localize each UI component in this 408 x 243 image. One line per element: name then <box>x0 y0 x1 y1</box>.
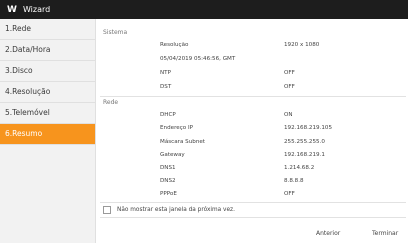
section-divider <box>100 96 406 97</box>
summary-row: Máscara Subnet 255.255.255.0 <box>160 136 400 149</box>
summary-row: DNS1 1.214.68.2 <box>160 162 400 175</box>
summary-panel: Sistema Resolução 1920 x 1080 05/04/2019… <box>96 19 408 243</box>
summary-row: PPPoE OFF <box>160 188 400 201</box>
sidebar-item-data-hora[interactable]: 2.Data/Hora <box>0 40 95 61</box>
dont-show-option[interactable]: Não mostrar esta janela da próxima vez. <box>103 206 235 214</box>
row-value: 192.168.219.1 <box>284 152 325 158</box>
summary-row: 05/04/2019 05:46:56, GMT <box>160 53 400 66</box>
summary-row: DNS2 8.8.8.8 <box>160 175 400 188</box>
previous-button[interactable]: Anterior <box>316 230 340 237</box>
wizard-footer: Anterior Terminar <box>0 230 408 243</box>
row-label: Resolução <box>160 42 189 48</box>
title-bar: W Wizard <box>0 0 408 19</box>
wizard-sidebar: 1.Rede 2.Data/Hora 3.Disco 4.Resolução 5… <box>0 19 96 243</box>
window-title: Wizard <box>22 5 51 14</box>
row-value: ON <box>284 112 293 118</box>
sidebar-item-rede[interactable]: 1.Rede <box>0 19 95 40</box>
sidebar-item-disco[interactable]: 3.Disco <box>0 61 95 82</box>
row-label: DNS1 <box>160 165 176 171</box>
app-logo: W <box>7 4 17 15</box>
row-value <box>235 53 400 66</box>
row-label: NTP <box>160 70 171 76</box>
row-value: 192.168.219.105 <box>284 125 333 131</box>
section-heading-sistema: Sistema <box>103 29 128 36</box>
row-label: Máscara Subnet <box>160 139 206 145</box>
summary-row: Endereço IP 192.168.219.105 <box>160 122 400 135</box>
row-label: DNS2 <box>160 178 176 184</box>
finish-button[interactable]: Terminar <box>372 230 398 237</box>
row-value: OFF <box>284 70 295 76</box>
summary-row: DST OFF <box>160 81 400 94</box>
sidebar-item-resolucao[interactable]: 4.Resolução <box>0 82 95 103</box>
summary-row: DHCP ON <box>160 109 400 122</box>
section-heading-rede: Rede <box>103 99 119 106</box>
row-label: 05/04/2019 05:46:56, GMT <box>160 56 236 62</box>
summary-row: NTP OFF <box>160 67 400 80</box>
row-value: 255.255.255.0 <box>284 139 325 145</box>
row-value: OFF <box>284 191 295 197</box>
row-label: Endereço IP <box>160 125 193 131</box>
row-label: DHCP <box>160 112 176 118</box>
summary-row: Resolução 1920 x 1080 <box>160 39 400 52</box>
row-label: Gateway <box>160 152 185 158</box>
row-value: 1920 x 1080 <box>284 42 320 48</box>
sidebar-item-resumo[interactable]: 6.Resumo <box>0 124 95 145</box>
summary-row: Gateway 192.168.219.1 <box>160 149 400 162</box>
sidebar-item-telemovel[interactable]: 5.Telemóvel <box>0 103 95 124</box>
dont-show-checkbox[interactable] <box>103 206 111 214</box>
row-value: 1.214.68.2 <box>284 165 315 171</box>
section-divider <box>100 202 406 203</box>
row-label: PPPoE <box>160 191 177 197</box>
dont-show-label: Não mostrar esta janela da próxima vez. <box>117 207 235 213</box>
section-divider <box>100 217 406 218</box>
row-value: 8.8.8.8 <box>284 178 304 184</box>
row-value: OFF <box>284 84 295 90</box>
row-label: DST <box>160 84 172 90</box>
